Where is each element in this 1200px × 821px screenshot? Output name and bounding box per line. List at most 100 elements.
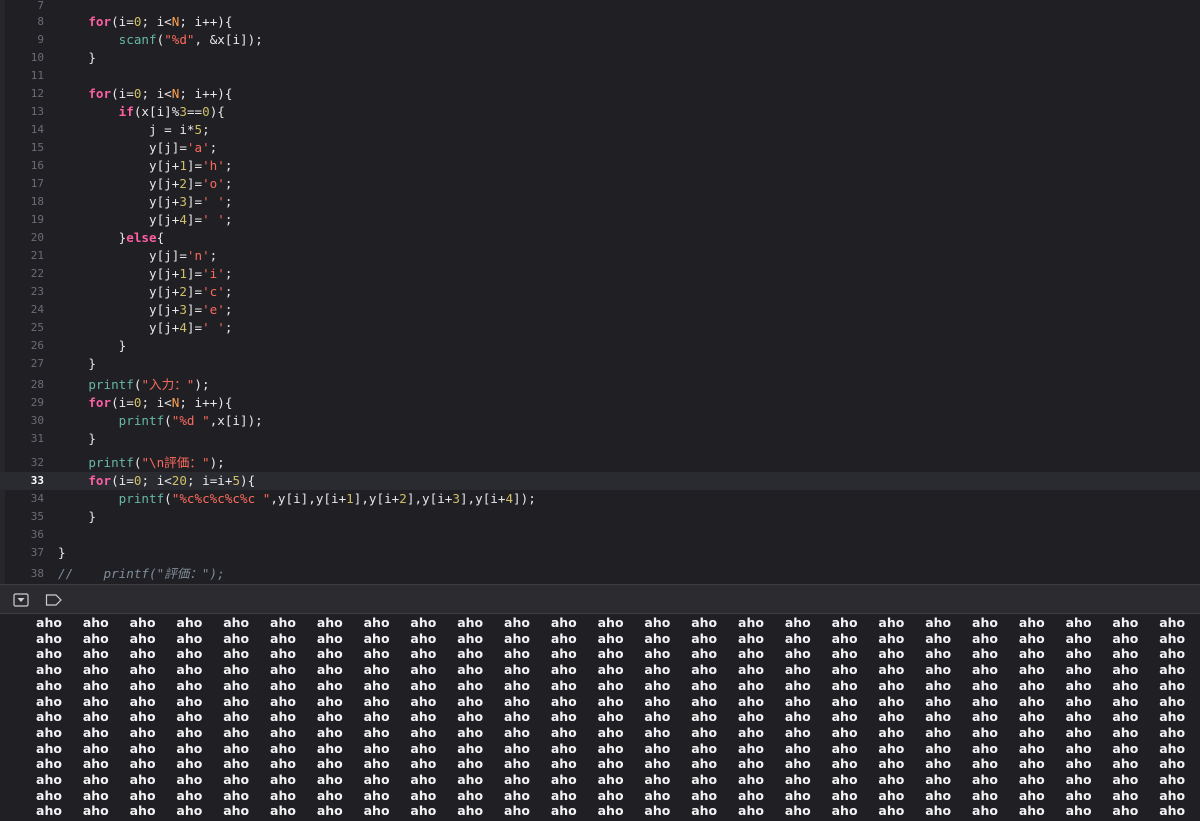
code-line-18[interactable]: 18 y[j+3]=' ';: [0, 193, 1200, 211]
console-output-word: aho: [270, 803, 296, 819]
code-line-33[interactable]: 33 for(i=0; i<20; i=i+5){: [0, 472, 1200, 490]
line-number[interactable]: 14: [0, 121, 44, 139]
console-output[interactable]: aho aho aho aho aho aho aho aho aho aho aho aho aho a…: [0, 614, 1200, 821]
code-line-10[interactable]: 10 }: [0, 49, 1200, 67]
line-number[interactable]: 12: [0, 85, 44, 103]
line-number[interactable]: 26: [0, 337, 44, 355]
console-output-word: aho: [82, 615, 109, 630]
code-line-34[interactable]: 34 printf("%c%c%c%c%c ",y[i],y[i+1],y[i+…: [0, 490, 1200, 508]
console-output-word: aho: [878, 677, 905, 693]
line-number[interactable]: 35: [0, 508, 44, 526]
line-number[interactable]: 8: [0, 13, 44, 31]
line-number[interactable]: 18: [0, 193, 44, 211]
console-output-word: aho: [36, 693, 62, 709]
code-line-21[interactable]: 21 y[j]='n';: [0, 247, 1200, 265]
code-line-25[interactable]: 25 y[j+4]=' ';: [0, 319, 1200, 337]
code-line-8[interactable]: 8 for(i=0; i<N; i++){: [0, 13, 1200, 31]
breakpoint-icon[interactable]: [45, 592, 62, 606]
console-output-word: aho: [597, 724, 624, 740]
line-number[interactable]: 16: [0, 157, 44, 175]
code-line-22[interactable]: 22 y[j+1]='i';: [0, 265, 1200, 283]
line-number[interactable]: 29: [0, 394, 44, 412]
console-output-word: aho: [82, 740, 109, 756]
code-line-31[interactable]: 31 }: [0, 430, 1200, 448]
console-output-word: aho: [504, 615, 530, 630]
console-output-word: aho: [784, 803, 811, 819]
console-output-word: aho: [1065, 662, 1092, 678]
console-output-word: aho: [972, 709, 998, 725]
console-output-word: aho: [878, 740, 905, 756]
console-output-word: aho: [223, 693, 250, 709]
hide-debug-area-icon[interactable]: [13, 592, 29, 607]
line-number[interactable]: 11: [0, 67, 44, 85]
line-number[interactable]: 13: [0, 103, 44, 121]
console-output-word: aho: [504, 630, 530, 646]
code-line-38[interactable]: 38 // printf("評価：");: [0, 565, 1200, 583]
console-output-word: aho: [129, 756, 156, 772]
code-line-32[interactable]: 32 printf("\n評価：");: [0, 454, 1200, 472]
line-number[interactable]: 33: [0, 472, 44, 490]
line-number[interactable]: 9: [0, 31, 44, 49]
code-line-36[interactable]: 36: [0, 526, 1200, 544]
console-output-word: aho: [784, 646, 811, 662]
code-line-20[interactable]: 20 }else{: [0, 229, 1200, 247]
console-output-word: aho: [363, 677, 390, 693]
console-output-word: aho: [1018, 724, 1045, 740]
line-number[interactable]: 38: [0, 565, 44, 583]
line-number[interactable]: 31: [0, 430, 44, 448]
console-output-word: aho: [597, 803, 624, 819]
code-line-29[interactable]: 29 for(i=0; i<N; i++){: [0, 394, 1200, 412]
console-output-word: aho: [550, 756, 577, 772]
code-line-15[interactable]: 15 y[j]='a';: [0, 139, 1200, 157]
code-line-27[interactable]: 27 }: [0, 355, 1200, 373]
code-line-24[interactable]: 24 y[j+3]='e';: [0, 301, 1200, 319]
console-output-word: aho: [270, 677, 296, 693]
code-line-23[interactable]: 23 y[j+2]='c';: [0, 283, 1200, 301]
code-line-35[interactable]: 35 }: [0, 508, 1200, 526]
code-text: y[j+1]='h';: [58, 158, 233, 173]
line-number[interactable]: 24: [0, 301, 44, 319]
code-line-12[interactable]: 12 for(i=0; i<N; i++){: [0, 85, 1200, 103]
code-text: y[j+1]='i';: [58, 266, 233, 281]
line-number[interactable]: 28: [0, 376, 44, 394]
line-number[interactable]: 27: [0, 355, 44, 373]
line-number[interactable]: 10: [0, 49, 44, 67]
console-output-word: aho: [550, 803, 577, 819]
code-line-30[interactable]: 30 printf("%d ",x[i]);: [0, 412, 1200, 430]
console-output-word: aho: [270, 772, 296, 787]
code-line-28[interactable]: 28 printf("入力：");: [0, 376, 1200, 394]
console-output-word: aho: [925, 693, 952, 709]
code-line-9[interactable]: 9 scanf("%d", &x[i]);: [0, 31, 1200, 49]
console-output-word: aho: [925, 756, 952, 772]
line-number[interactable]: 37: [0, 544, 44, 562]
line-number[interactable]: 15: [0, 139, 44, 157]
line-number[interactable]: 36: [0, 526, 44, 544]
code-editor[interactable]: 78 for(i=0; i<N; i++){9 scanf("%d", &x[i…: [0, 0, 1200, 584]
line-number[interactable]: 30: [0, 412, 44, 430]
code-line-37[interactable]: 37}: [0, 544, 1200, 562]
code-line-17[interactable]: 17 y[j+2]='o';: [0, 175, 1200, 193]
code-line-19[interactable]: 19 y[j+4]=' ';: [0, 211, 1200, 229]
console-output-word: aho: [784, 740, 811, 756]
line-number[interactable]: 19: [0, 211, 44, 229]
line-number[interactable]: 25: [0, 319, 44, 337]
console-output-word: aho: [597, 787, 624, 803]
console-output-word: aho: [316, 772, 343, 787]
console-output-word: aho: [410, 740, 437, 756]
line-number[interactable]: 34: [0, 490, 44, 508]
line-number[interactable]: 22: [0, 265, 44, 283]
line-number[interactable]: 17: [0, 175, 44, 193]
code-text: y[j+3]=' ';: [58, 194, 233, 209]
code-line-26[interactable]: 26 }: [0, 337, 1200, 355]
code-line-11[interactable]: 11: [0, 67, 1200, 85]
console-output-word: aho: [82, 787, 109, 803]
console-output-word: aho: [925, 772, 952, 787]
console-output-word: aho: [831, 740, 858, 756]
code-line-16[interactable]: 16 y[j+1]='h';: [0, 157, 1200, 175]
line-number[interactable]: 21: [0, 247, 44, 265]
code-line-14[interactable]: 14 j = i*5;: [0, 121, 1200, 139]
line-number[interactable]: 20: [0, 229, 44, 247]
line-number[interactable]: 23: [0, 283, 44, 301]
line-number[interactable]: 32: [0, 454, 44, 472]
code-line-13[interactable]: 13 if(x[i]%3==0){: [0, 103, 1200, 121]
